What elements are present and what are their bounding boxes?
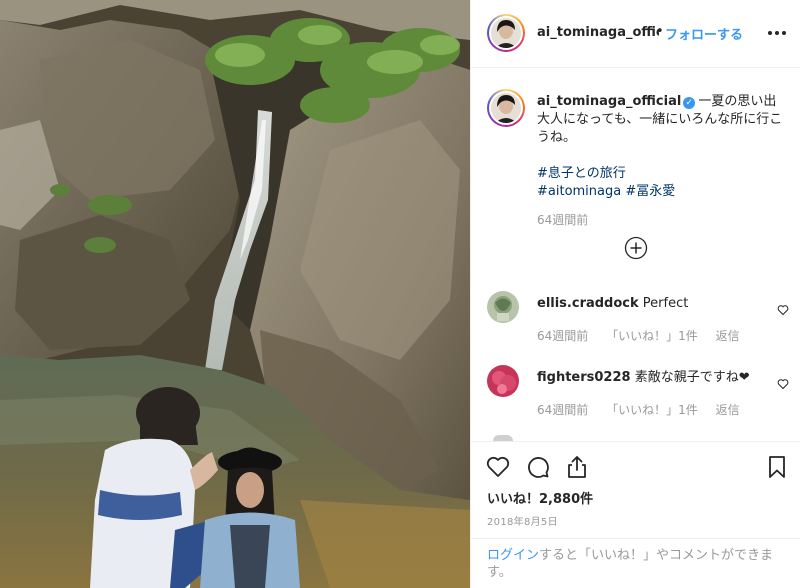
more-options-icon[interactable]: [767, 26, 787, 40]
commenter-avatar[interactable]: [487, 365, 519, 397]
heart-icon[interactable]: [485, 454, 511, 480]
heart-icon[interactable]: [777, 301, 789, 316]
caption-timestamp[interactable]: 64週間前: [537, 211, 588, 228]
comment-item: fighters0228 素敵な親子ですね❤ 64週間前 「いいね！」1件 返信: [471, 365, 800, 425]
portrait-icon: [491, 93, 521, 123]
post-actions: いいね！2,880件 2018年8月5日 ログインすると「いいね！」やコメントが…: [471, 441, 800, 588]
comment-username[interactable]: ellis.craddock: [537, 296, 639, 311]
login-link[interactable]: ログイン: [487, 548, 539, 563]
heart-icon[interactable]: [777, 375, 789, 390]
caption-author-avatar[interactable]: [487, 89, 525, 127]
comments-section: ai_tominaga_official ✓ 一夏の思い出 大人になっても、一緒にい…: [471, 69, 800, 441]
caption-line-1: 一夏の思い出: [698, 94, 777, 109]
comment-time[interactable]: 64週間前: [537, 403, 588, 417]
header-separator: •: [656, 24, 664, 39]
post-header: ai_tominaga_official • フォローする: [471, 0, 800, 68]
comment-like-count[interactable]: 「いいね！」1件: [606, 329, 698, 343]
caption-username[interactable]: ai_tominaga_official: [537, 94, 681, 109]
hashtag-link[interactable]: #冨永愛: [625, 184, 675, 199]
bookmark-icon[interactable]: [764, 454, 790, 480]
comment-username[interactable]: fighters0228: [537, 370, 631, 385]
commenter-avatar[interactable]: [487, 291, 519, 323]
comment-item: ellis.craddock Perfect 64週間前 「いいね！」1件 返信: [471, 291, 800, 351]
share-icon[interactable]: [564, 454, 590, 480]
login-prompt: ログインすると「いいね！」やコメントができます。: [471, 538, 800, 588]
header-username[interactable]: ai_tominaga_official: [537, 25, 659, 40]
comment-time[interactable]: 64週間前: [537, 329, 588, 343]
caption-line-2: 大人になっても、一緒にいろんな所に行こうね。: [537, 112, 783, 145]
comment-text: 素敵な親子ですね❤: [634, 370, 750, 385]
follow-button[interactable]: フォローする: [665, 24, 743, 43]
hashtag-link[interactable]: #aitominaga: [537, 184, 621, 199]
comment-text: Perfect: [642, 296, 689, 311]
post-date[interactable]: 2018年8月5日: [487, 513, 558, 528]
verified-badge-icon: ✓: [683, 97, 696, 109]
post-sidebar: ai_tominaga_official • フォローする ai_tominag…: [470, 0, 800, 588]
hashtag-link[interactable]: #息子との旅行: [537, 166, 626, 181]
reply-button[interactable]: 返信: [716, 329, 740, 343]
like-count[interactable]: いいね！2,880件: [487, 488, 593, 507]
waterfall-photo: [0, 0, 470, 588]
comment-like-count[interactable]: 「いいね！」1件: [606, 403, 698, 417]
comment-bubble-icon[interactable]: [525, 454, 551, 480]
post-caption: ai_tominaga_official ✓ 一夏の思い出 大人になっても、一緒にい…: [537, 93, 787, 201]
author-avatar[interactable]: [487, 14, 525, 52]
portrait-icon: [491, 18, 521, 48]
plus-circle-icon[interactable]: [624, 236, 648, 260]
post-photo: [0, 0, 470, 588]
reply-button[interactable]: 返信: [716, 403, 740, 417]
